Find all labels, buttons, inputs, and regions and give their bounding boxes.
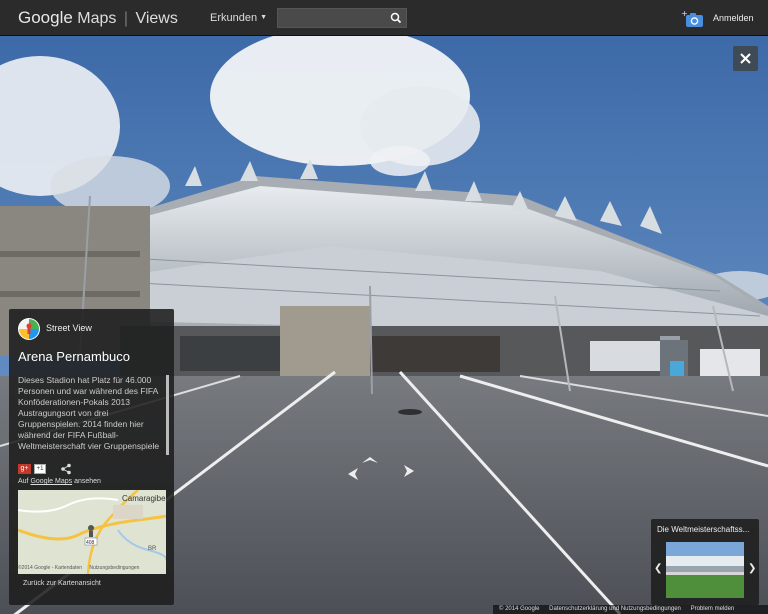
explore-label: Erkunden	[210, 12, 258, 24]
place-description: Dieses Stadion hat Platz für 46.000 Pers…	[18, 375, 160, 451]
link-suffix: ansehen	[74, 478, 101, 485]
streetview-icon	[19, 319, 39, 339]
signin-button[interactable]: Anmelden	[713, 13, 754, 23]
map-terms-link[interactable]: Nutzungsbedingungen	[89, 565, 139, 571]
map-copyright: ©2014 Google - Kartendaten Nutzungsbedin…	[18, 565, 166, 571]
view-in-google-maps-link[interactable]: Auf Google Maps ansehen	[18, 478, 101, 485]
caret-down-icon: ▼	[260, 14, 268, 21]
footer-copyright: © 2014 Google	[499, 606, 540, 612]
footer-privacy-link[interactable]: Datenschutzerklärung und Nutzungsbedingu…	[549, 606, 681, 612]
brand-google: Google	[18, 8, 73, 27]
carousel-prev-button[interactable]: ❮	[654, 563, 662, 574]
mini-map-image: Camaragibe BR 408	[18, 490, 166, 574]
link-google-maps[interactable]: Google Maps	[30, 478, 72, 485]
camera-icon: +	[681, 9, 703, 27]
carousel-thumbnail[interactable]	[666, 542, 744, 598]
chevron-left-icon: ❮	[654, 563, 663, 574]
map-place-label: Camaragibe	[122, 494, 166, 503]
search-box	[277, 8, 407, 28]
info-panel: Street View Arena Pernambuco Dieses Stad…	[9, 309, 174, 605]
footer-report-link[interactable]: Problem melden	[691, 606, 735, 612]
search-input[interactable]	[278, 9, 388, 27]
gplus-button[interactable]: g+	[18, 464, 31, 474]
map-road-label: 408	[86, 540, 95, 546]
description-scrollbar[interactable]	[166, 375, 169, 455]
photo-carousel: Die Weltmeisterschaftss... ❮ ❯	[651, 519, 759, 605]
top-bar: Google Maps | Views Erkunden ▼ + Anmelden	[0, 0, 768, 36]
chevron-right-icon: ❯	[748, 563, 757, 574]
search-icon	[390, 12, 402, 24]
arrow-forward-icon	[362, 457, 378, 463]
back-to-map-link[interactable]: Zurück zur Kartenansicht	[23, 580, 101, 587]
streetview-label: Street View	[46, 323, 92, 333]
scrollbar-thumb[interactable]	[166, 375, 169, 455]
nav-arrow-right[interactable]	[400, 465, 416, 477]
streetview-logo[interactable]	[18, 318, 40, 340]
place-title: Arena Pernambuco	[18, 349, 131, 364]
close-button[interactable]	[733, 46, 758, 71]
plusone-button[interactable]: +1	[34, 464, 46, 474]
footer-bar: © 2014 Google Datenschutzerklärung und N…	[493, 605, 768, 614]
nav-arrow-left[interactable]	[346, 468, 362, 480]
add-photo-button[interactable]: +	[681, 9, 705, 28]
map-road-label-2: BR	[148, 546, 157, 552]
brand-maps: Maps	[77, 10, 117, 27]
map-copyright-text: ©2014 Google - Kartendaten	[18, 565, 83, 571]
search-button[interactable]	[386, 9, 406, 27]
arrow-left-icon	[348, 468, 358, 480]
nav-arrow-forward[interactable]	[362, 455, 378, 467]
carousel-next-button[interactable]: ❯	[748, 563, 756, 574]
explore-menu[interactable]: Erkunden ▼	[210, 12, 267, 24]
brand-views: Views	[135, 10, 178, 27]
mini-map[interactable]: Camaragibe BR 408	[18, 490, 166, 574]
brand-logo[interactable]: Google Maps | Views	[18, 8, 178, 28]
stadium-thumbnail-image	[666, 542, 744, 598]
carousel-title[interactable]: Die Weltmeisterschaftss...	[657, 525, 755, 534]
link-prefix: Auf	[18, 478, 29, 485]
share-icon	[61, 463, 71, 475]
close-icon	[740, 53, 751, 64]
brand-separator: |	[123, 10, 129, 27]
share-button[interactable]	[60, 462, 72, 475]
arrow-right-icon	[404, 465, 414, 477]
